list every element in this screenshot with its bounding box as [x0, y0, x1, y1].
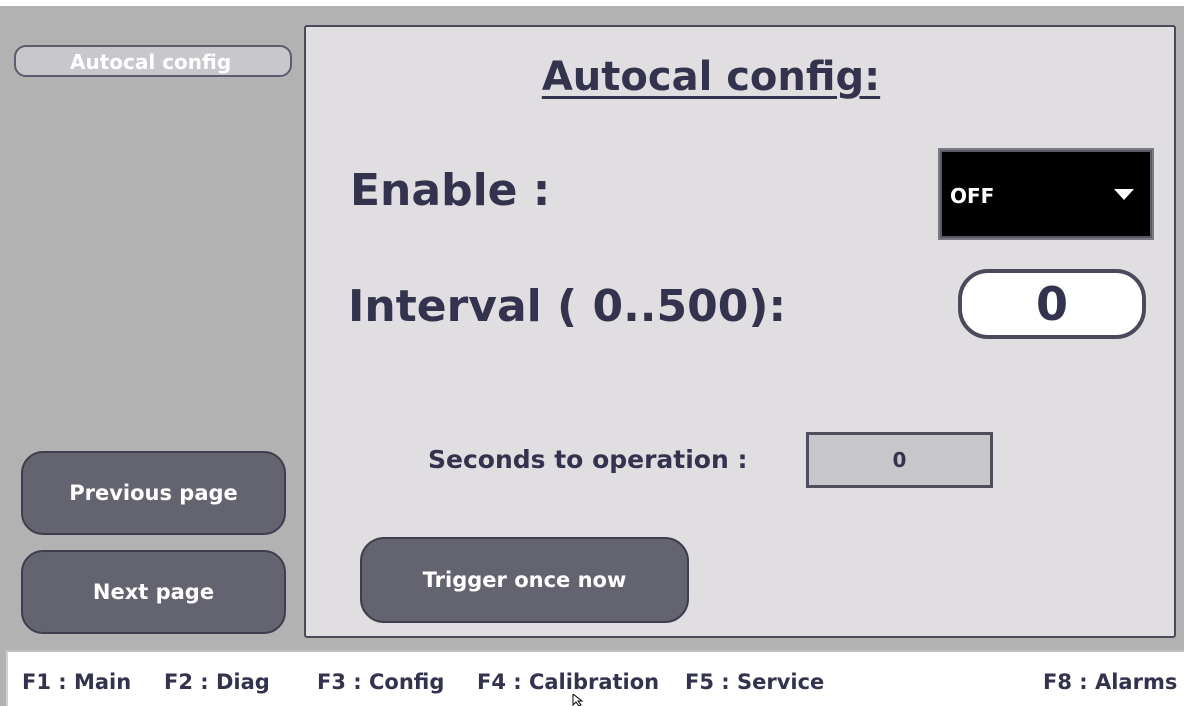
- enable-dropdown-value: OFF: [950, 184, 995, 208]
- enable-dropdown[interactable]: OFF: [938, 148, 1154, 240]
- interval-label: Interval ( 0..500):: [348, 281, 787, 332]
- page-title: Autocal config:: [541, 54, 881, 100]
- seconds-to-operation-value: 0: [806, 432, 993, 488]
- next-page-button[interactable]: Next page: [21, 550, 286, 634]
- cursor-icon: [572, 694, 584, 706]
- f8-alarms-key[interactable]: F8 : Alarms: [1043, 670, 1177, 694]
- f2-diag-key[interactable]: F2 : Diag: [164, 670, 270, 694]
- previous-page-button[interactable]: Previous page: [21, 451, 286, 535]
- function-key-bar: F1 : Main F2 : Diag F3 : Config F4 : Cal…: [6, 650, 1184, 706]
- f5-service-key[interactable]: F5 : Service: [685, 670, 824, 694]
- f4-calibration-key[interactable]: F4 : Calibration: [477, 670, 659, 694]
- f1-main-key[interactable]: F1 : Main: [22, 670, 131, 694]
- enable-label: Enable :: [350, 165, 551, 216]
- f3-config-key[interactable]: F3 : Config: [317, 670, 444, 694]
- seconds-to-operation-label: Seconds to operation :: [428, 445, 748, 474]
- sidebar: Autocal config Previous page Next page: [0, 6, 304, 650]
- main-panel: Autocal config: Enable : OFF Interval ( …: [304, 25, 1176, 638]
- chevron-down-icon: [1114, 189, 1134, 200]
- interval-input[interactable]: 0: [958, 269, 1146, 339]
- trigger-once-button[interactable]: Trigger once now: [360, 537, 689, 623]
- sidebar-title: Autocal config: [14, 45, 292, 77]
